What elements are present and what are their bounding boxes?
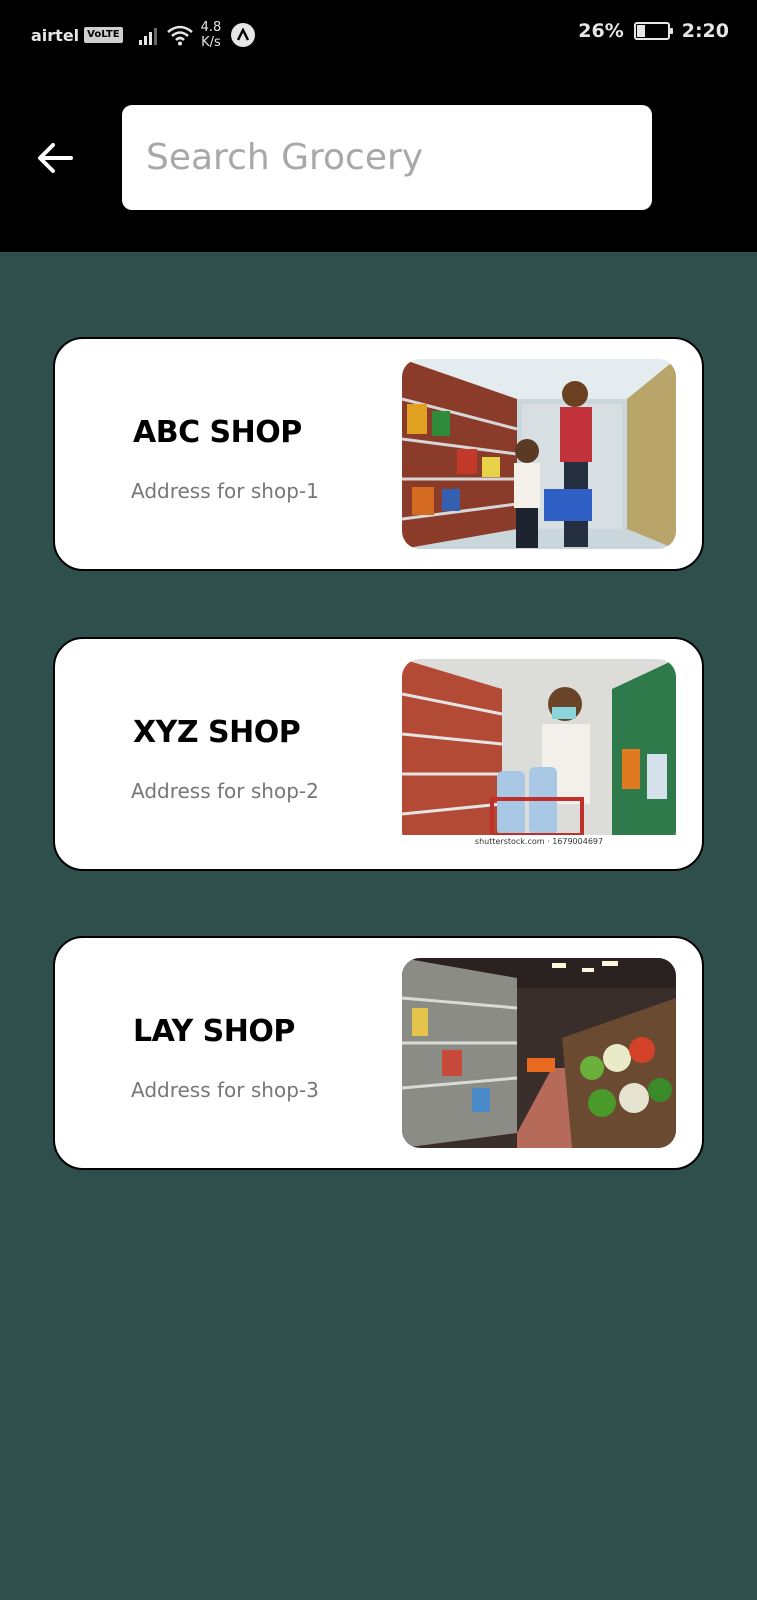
status-bar: airtel VoLTE 4.8 K/s 26% 2:20: [0, 0, 757, 66]
search-box[interactable]: [122, 105, 652, 210]
shop-name: XYZ SHOP: [133, 715, 301, 750]
network-speed: 4.8 K/s: [201, 20, 222, 50]
battery-icon: [633, 22, 673, 40]
volte-badge: VoLTE: [84, 27, 123, 43]
status-left: airtel VoLTE 4.8 K/s: [31, 20, 256, 50]
supermarket-aisle-photo: [402, 359, 676, 549]
battery-fill: [636, 25, 646, 37]
shop-address: Address for shop-2: [131, 779, 319, 803]
app-bar: [0, 66, 757, 252]
speed-unit: K/s: [201, 35, 221, 50]
carrier-name: airtel: [31, 25, 80, 45]
image-watermark: shutterstock.com · 1679004697: [402, 835, 676, 849]
search-input[interactable]: [144, 136, 630, 179]
shop-image: shutterstock.com · 1679004697: [402, 659, 676, 849]
status-right: 26% 2:20: [578, 20, 729, 42]
arrow-left-icon: [38, 143, 73, 173]
battery-percent: 26%: [578, 20, 624, 42]
shop-card[interactable]: LAY SHOP Address for shop-3: [53, 936, 704, 1170]
signal-icon: [138, 25, 157, 45]
shop-address: Address for shop-3: [131, 1078, 319, 1102]
status-time: 2:20: [681, 20, 729, 42]
shop-name: ABC SHOP: [133, 415, 302, 450]
shop-card[interactable]: ABC SHOP Address for shop-1: [53, 337, 704, 571]
shop-name: LAY SHOP: [133, 1014, 295, 1049]
shop-card[interactable]: XYZ SHOP Address for shop-2 shutterstock…: [53, 637, 704, 871]
masked-shopper-photo: [402, 659, 676, 849]
produce-aisle-photo: [402, 958, 676, 1148]
shop-image: [402, 359, 676, 549]
notification-app-icon: [231, 23, 256, 47]
shop-address: Address for shop-1: [131, 479, 319, 503]
speed-value: 4.8: [200, 20, 222, 35]
back-button[interactable]: [30, 133, 80, 183]
shop-image: [402, 958, 676, 1148]
wifi-icon: [166, 25, 193, 46]
